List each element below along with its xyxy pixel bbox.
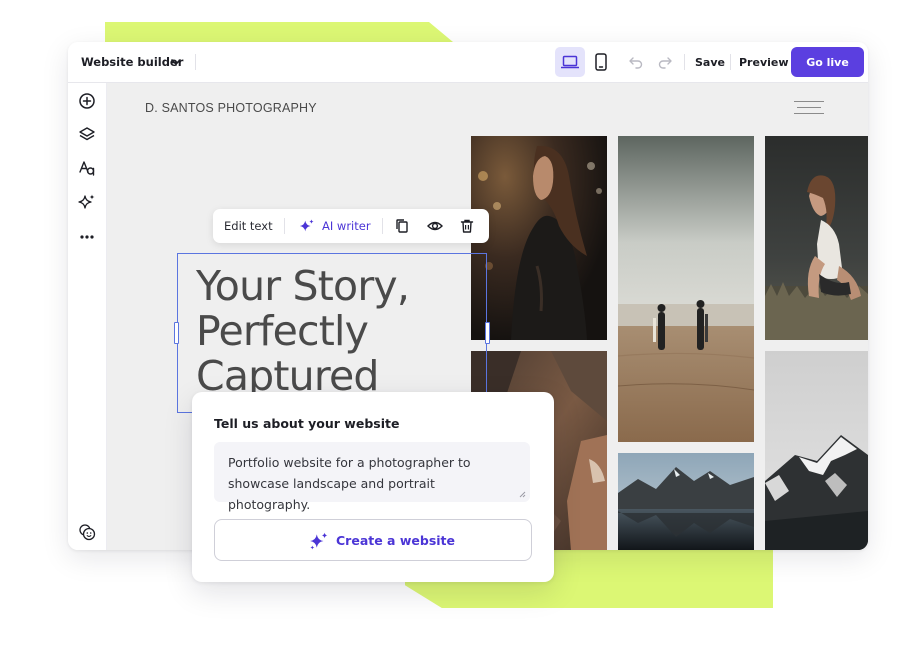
typography-icon[interactable] xyxy=(78,159,96,177)
add-icon[interactable] xyxy=(78,92,96,110)
hero-heading[interactable]: Your Story, Perfectly Captured xyxy=(196,264,486,399)
create-website-label: Create a website xyxy=(336,533,455,548)
hamburger-menu-icon[interactable] xyxy=(794,101,824,115)
preview-button[interactable]: Preview xyxy=(739,56,789,69)
resize-handle-left[interactable] xyxy=(174,322,179,344)
sparkle-icon xyxy=(310,532,328,550)
mobile-view-button[interactable] xyxy=(586,47,616,77)
gallery-photo-snowy-peak[interactable] xyxy=(765,351,868,550)
website-description-text: Portfolio website for a photographer to … xyxy=(228,455,471,512)
edit-text-button[interactable]: Edit text xyxy=(224,219,273,233)
hero-heading-line: Perfectly xyxy=(196,307,369,355)
gallery-photo-portrait-bokeh[interactable] xyxy=(471,136,607,340)
builder-menu-title[interactable]: Website builder xyxy=(81,55,183,69)
site-logo[interactable]: D. SANTOS PHOTOGRAPHY xyxy=(145,101,317,115)
save-button[interactable]: Save xyxy=(695,56,725,69)
trash-icon[interactable] xyxy=(459,218,475,234)
website-description-textarea[interactable]: Portfolio website for a photographer to … xyxy=(214,442,530,512)
divider xyxy=(684,54,685,70)
divider xyxy=(284,218,285,234)
chevron-down-icon[interactable] xyxy=(170,57,182,67)
ai-website-prompt-panel: Tell us about your website Portfolio web… xyxy=(192,392,554,582)
panel-title: Tell us about your website xyxy=(214,416,400,431)
undo-icon[interactable] xyxy=(628,54,644,70)
gallery-photo-portrait-field[interactable] xyxy=(765,136,868,340)
redo-icon[interactable] xyxy=(657,54,673,70)
divider xyxy=(382,218,383,234)
sparkle-icon xyxy=(299,219,314,232)
ai-writer-button[interactable]: AI writer xyxy=(322,219,371,233)
textarea-resize-icon[interactable] xyxy=(518,490,526,498)
go-live-button[interactable]: Go live xyxy=(791,47,864,77)
gallery-photo-mountain-lake[interactable] xyxy=(618,453,754,550)
text-edit-toolbar: Edit text AI writer xyxy=(213,209,489,243)
hero-heading-line: Your Story, xyxy=(196,262,410,310)
eye-icon[interactable] xyxy=(427,218,443,234)
emoji-icon[interactable] xyxy=(78,523,96,541)
desktop-icon xyxy=(561,55,579,69)
mobile-icon xyxy=(595,53,607,71)
sparkle-icon[interactable] xyxy=(78,193,96,211)
more-icon[interactable] xyxy=(78,228,96,246)
layers-icon[interactable] xyxy=(78,126,96,144)
desktop-view-button[interactable] xyxy=(555,47,585,77)
selected-heading-frame[interactable]: Your Story, Perfectly Captured xyxy=(174,253,490,413)
create-website-button[interactable]: Create a website xyxy=(214,519,532,561)
left-sidebar xyxy=(68,83,107,550)
gallery-photo-beach-surfers[interactable] xyxy=(618,136,754,442)
copy-icon[interactable] xyxy=(394,218,410,234)
top-toolbar: Website builder Save Preview Go live xyxy=(68,42,868,83)
divider xyxy=(730,54,731,70)
divider xyxy=(195,54,196,70)
